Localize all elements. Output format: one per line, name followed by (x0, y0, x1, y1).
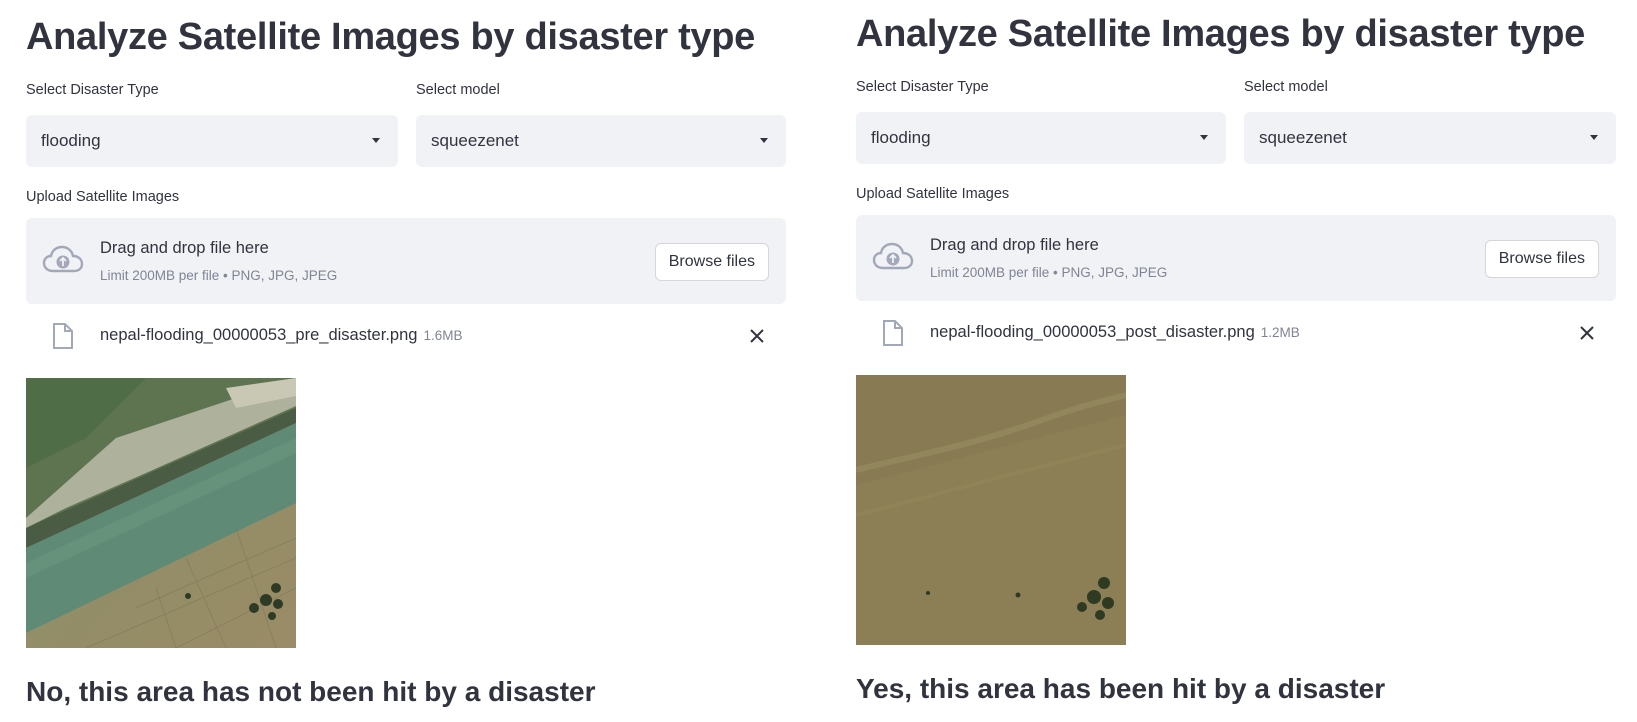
pre-disaster-satellite-image (26, 378, 296, 648)
model-select[interactable]: squeezenet (416, 115, 786, 167)
file-name: nepal-flooding_00000053_post_disaster.pn… (930, 323, 1255, 341)
dropzone-title: Drag and drop file here (930, 236, 1099, 254)
file-icon (53, 323, 73, 349)
caret-down-icon (1590, 135, 1598, 140)
caret-down-icon (760, 138, 768, 143)
file-dropzone[interactable]: Drag and drop file here Limit 200MB per … (856, 215, 1616, 301)
prediction-result: Yes, this area has been hit by a disaste… (856, 673, 1386, 704)
close-icon[interactable] (747, 326, 767, 346)
model-value: squeezenet (431, 131, 519, 150)
close-icon[interactable] (1577, 323, 1597, 343)
file-name: nepal-flooding_00000053_pre_disaster.png (100, 326, 418, 344)
file-size: 1.6MB (423, 328, 463, 343)
model-label: Select model (1244, 79, 1328, 95)
disaster-type-select[interactable]: flooding (26, 115, 398, 167)
model-label: Select model (416, 82, 500, 98)
model-value: squeezenet (1259, 128, 1347, 147)
uploaded-file-row: nepal-flooding_00000053_pre_disaster.png… (26, 318, 786, 354)
disaster-type-label: Select Disaster Type (856, 79, 989, 95)
cloud-upload-icon (872, 242, 914, 270)
file-dropzone[interactable]: Drag and drop file here Limit 200MB per … (26, 218, 786, 304)
post-disaster-satellite-image (856, 375, 1126, 645)
disaster-type-value: flooding (41, 131, 101, 150)
dropzone-limit-text: Limit 200MB per file • PNG, JPG, JPEG (100, 268, 338, 283)
caret-down-icon (1200, 135, 1208, 140)
caret-down-icon (372, 138, 380, 143)
dropzone-title: Drag and drop file here (100, 239, 269, 257)
page-title: Analyze Satellite Images by disaster typ… (856, 13, 1586, 55)
page-title: Analyze Satellite Images by disaster typ… (26, 16, 756, 58)
disaster-type-select[interactable]: flooding (856, 112, 1226, 164)
uploaded-file-row: nepal-flooding_00000053_post_disaster.pn… (856, 315, 1616, 351)
prediction-result: No, this area has not been hit by a disa… (26, 676, 596, 707)
upload-label: Upload Satellite Images (26, 189, 180, 205)
file-icon (883, 320, 903, 346)
disaster-type-value: flooding (871, 128, 931, 147)
browse-files-button[interactable]: Browse files (1484, 240, 1599, 278)
cloud-upload-icon (42, 245, 84, 273)
disaster-type-label: Select Disaster Type (26, 82, 159, 98)
model-select[interactable]: squeezenet (1244, 112, 1616, 164)
dropzone-limit-text: Limit 200MB per file • PNG, JPG, JPEG (930, 265, 1168, 280)
browse-files-button[interactable]: Browse files (654, 243, 769, 281)
upload-label: Upload Satellite Images (856, 186, 1010, 202)
file-size: 1.2MB (1260, 325, 1300, 340)
